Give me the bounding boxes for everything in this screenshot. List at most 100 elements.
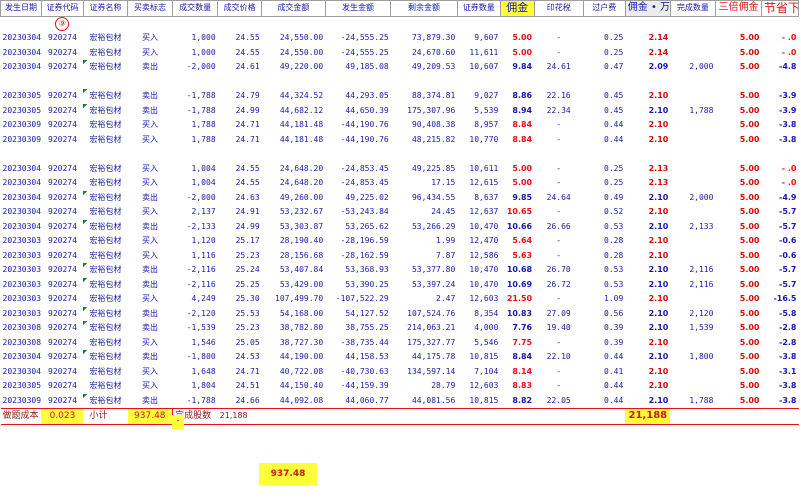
table-cell[interactable]: 2.10 bbox=[625, 220, 670, 235]
table-cell[interactable]: -107,522.29 bbox=[325, 292, 391, 307]
table-cell[interactable]: 920274 bbox=[41, 89, 83, 104]
table-cell[interactable]: 5.00 bbox=[715, 205, 761, 220]
table-cell[interactable]: 5.00 bbox=[715, 162, 761, 177]
table-cell[interactable]: 2.10 bbox=[625, 249, 670, 264]
table-cell[interactable]: 2.10 bbox=[625, 191, 670, 206]
table-cell[interactable]: 2.10 bbox=[625, 365, 670, 380]
table-cell[interactable]: 920274 bbox=[41, 234, 83, 249]
header-commission[interactable]: 佣金 bbox=[499, 0, 535, 17]
table-cell[interactable]: 920274 bbox=[41, 263, 83, 278]
table-cell[interactable]: 2,120 bbox=[670, 307, 715, 322]
table-cell[interactable]: 920274 bbox=[41, 191, 83, 206]
table-cell[interactable]: 920274 bbox=[41, 292, 83, 307]
table-cell[interactable]: 2.14 bbox=[625, 31, 670, 46]
table-cell[interactable]: 9,607 bbox=[457, 31, 500, 46]
table-cell[interactable]: 买入 bbox=[128, 118, 173, 133]
table-cell[interactable]: 宏裕包材 bbox=[83, 89, 128, 104]
table-cell[interactable]: 2.10 bbox=[625, 394, 670, 409]
table-cell[interactable]: -3.8 bbox=[762, 133, 799, 148]
table-cell[interactable]: -24,555.25 bbox=[325, 31, 391, 46]
table-cell[interactable]: 买入 bbox=[128, 46, 173, 61]
table-cell[interactable]: 宏裕包材 bbox=[83, 60, 128, 75]
table-cell[interactable]: 920274 bbox=[41, 31, 83, 46]
table-cell[interactable]: 2.10 bbox=[625, 292, 670, 307]
table-cell[interactable]: 买入 bbox=[128, 31, 173, 46]
table-cell[interactable]: 53,429.00 bbox=[262, 278, 326, 293]
table-cell[interactable]: 0.52 bbox=[583, 205, 625, 220]
table-cell[interactable]: 宏裕包材 bbox=[83, 234, 127, 249]
table-cell[interactable]: 38,755.25 bbox=[325, 321, 391, 336]
table-cell[interactable]: 10,770 bbox=[457, 133, 500, 148]
table-cell[interactable]: 1,788 bbox=[173, 118, 218, 133]
table-cell[interactable]: 11,611 bbox=[457, 46, 500, 61]
table-cell[interactable]: 20230304 bbox=[1, 220, 42, 235]
table-cell[interactable]: 宏裕包材 bbox=[83, 249, 127, 264]
table-cell[interactable]: -2,133 bbox=[173, 220, 218, 235]
table-cell[interactable]: 920274 bbox=[41, 176, 83, 191]
table-cell[interactable] bbox=[670, 31, 715, 46]
table-cell[interactable]: 8.86 bbox=[500, 89, 534, 104]
table-cell[interactable]: 0.44 bbox=[583, 379, 625, 394]
table-cell[interactable]: 20230303 bbox=[1, 307, 42, 322]
table-cell[interactable]: 5.00 bbox=[715, 321, 761, 336]
table-cell[interactable]: 8.84 bbox=[500, 133, 534, 148]
table-cell[interactable]: 卖出 bbox=[128, 350, 173, 365]
table-cell[interactable]: 0.53 bbox=[583, 220, 625, 235]
table-cell[interactable]: 24.45 bbox=[391, 205, 458, 220]
table-cell[interactable]: -5.7 bbox=[762, 278, 799, 293]
table-cell[interactable]: 20230305 bbox=[1, 104, 42, 119]
table-cell[interactable]: 10,815 bbox=[457, 394, 500, 409]
table-cell[interactable] bbox=[670, 46, 715, 61]
table-cell[interactable]: 9,027 bbox=[457, 89, 500, 104]
table-cell[interactable]: - bbox=[534, 31, 583, 46]
table-cell[interactable]: 24.64 bbox=[534, 191, 583, 206]
table-cell[interactable]: 5.00 bbox=[715, 118, 761, 133]
table-cell[interactable]: 8.82 bbox=[500, 394, 534, 409]
header-occur[interactable]: 发生金额 bbox=[324, 0, 392, 17]
table-cell[interactable] bbox=[670, 118, 715, 133]
table-cell[interactable]: 0.39 bbox=[583, 321, 625, 336]
table-cell[interactable]: 2.13 bbox=[625, 162, 670, 177]
table-cell[interactable]: 买入 bbox=[128, 133, 173, 148]
table-cell[interactable]: 0.25 bbox=[583, 162, 625, 177]
table-cell[interactable] bbox=[670, 89, 715, 104]
table-cell[interactable]: 买入 bbox=[128, 365, 173, 380]
table-cell[interactable]: 28.79 bbox=[391, 379, 458, 394]
table-cell[interactable]: 90,408.38 bbox=[391, 118, 458, 133]
table-cell[interactable]: 卖出 bbox=[128, 263, 173, 278]
header-done-qty[interactable]: 完成数量 bbox=[669, 0, 716, 17]
table-cell[interactable]: 920274 bbox=[41, 220, 83, 235]
table-cell[interactable]: 10,815 bbox=[457, 350, 500, 365]
table-cell[interactable]: 2.14 bbox=[625, 46, 670, 61]
table-cell[interactable]: 24.61 bbox=[534, 60, 583, 75]
table-cell[interactable]: 19.40 bbox=[534, 321, 583, 336]
table-cell[interactable]: 8,637 bbox=[457, 191, 500, 206]
table-cell[interactable]: 24.71 bbox=[218, 365, 262, 380]
table-cell[interactable]: 2.10 bbox=[625, 350, 670, 365]
table-cell[interactable]: 宏裕包材 bbox=[83, 31, 127, 46]
table-cell[interactable]: -2,116 bbox=[173, 278, 218, 293]
table-cell[interactable]: - .0 bbox=[762, 162, 799, 177]
table-cell[interactable]: 买入 bbox=[128, 379, 173, 394]
table-cell[interactable]: -2.8 bbox=[762, 321, 799, 336]
table-cell[interactable]: 53,377.80 bbox=[391, 263, 458, 278]
table-cell[interactable]: 5.00 bbox=[715, 31, 761, 46]
table-cell[interactable]: 卖出 bbox=[128, 89, 173, 104]
table-cell[interactable]: 5.00 bbox=[715, 350, 761, 365]
table-cell[interactable]: 24,670.60 bbox=[391, 46, 458, 61]
table-cell[interactable]: 2,000 bbox=[670, 60, 715, 75]
table-cell[interactable]: 44,190.00 bbox=[262, 350, 326, 365]
table-cell[interactable]: -0.6 bbox=[762, 249, 799, 264]
header-date[interactable]: 发生日期 bbox=[0, 0, 42, 17]
table-cell[interactable]: 920274 bbox=[41, 350, 83, 365]
table-cell[interactable]: -1,539 bbox=[173, 321, 218, 336]
table-cell[interactable]: 1,000 bbox=[173, 31, 218, 46]
grand-total[interactable]: 937.48 bbox=[259, 463, 317, 485]
table-cell[interactable]: 12,470 bbox=[457, 234, 500, 249]
table-cell[interactable]: 20230303 bbox=[1, 234, 42, 249]
table-cell[interactable]: 44,081.56 bbox=[391, 394, 458, 409]
table-cell[interactable]: 卖出 bbox=[128, 307, 173, 322]
table-cell[interactable]: - bbox=[534, 205, 583, 220]
table-cell[interactable]: 25.05 bbox=[218, 336, 262, 351]
header-name[interactable]: 证券名称 bbox=[82, 0, 129, 17]
